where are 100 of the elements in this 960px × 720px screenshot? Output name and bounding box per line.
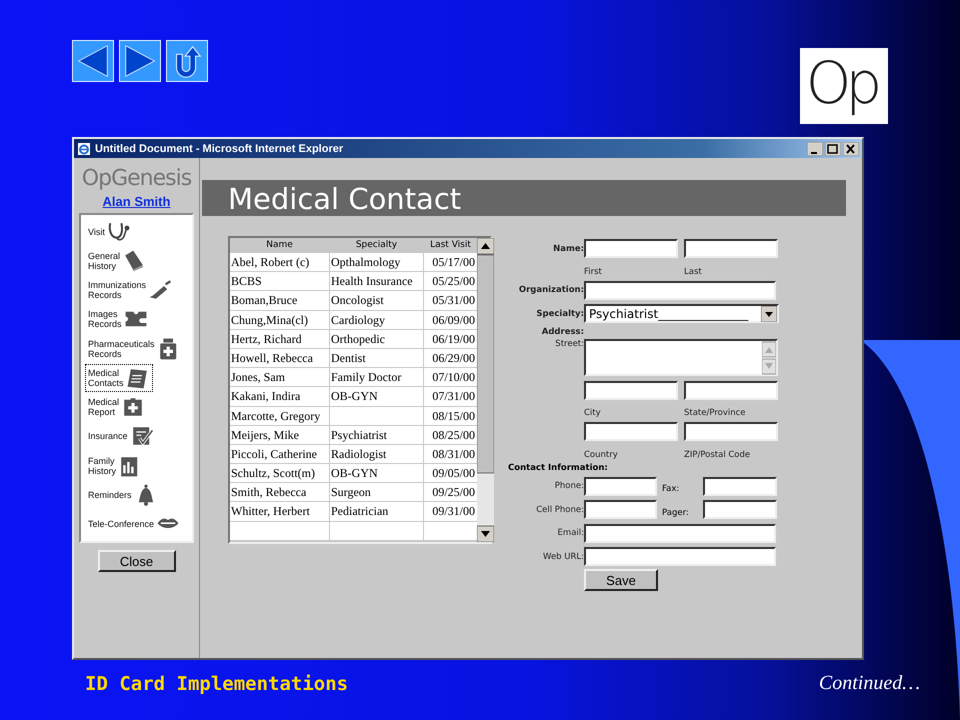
brand-logo: OpGenesis	[82, 166, 192, 192]
table-cell: Family Doctor	[330, 368, 423, 386]
menu-item[interactable]: Pharmaceuticals Records	[85, 334, 184, 363]
table-cell: Meijers, Mike	[230, 426, 329, 444]
menu-item[interactable]: Images Records	[85, 305, 151, 334]
menu-item[interactable]: Insurance	[85, 422, 157, 450]
table-cell: Schultz, Scott(m)	[230, 464, 329, 482]
dropdown-arrow-icon	[761, 306, 777, 322]
field-caption: ZIP/Postal Code	[684, 448, 752, 460]
browser-icon	[77, 142, 91, 156]
table-cell: Dentist	[330, 348, 423, 368]
table-cell: BCBS	[230, 272, 329, 290]
user-link[interactable]: Alan Smith	[102, 194, 170, 209]
page-header: Medical Contact	[202, 180, 846, 216]
menu-item[interactable]: Medical Contacts	[85, 364, 153, 392]
field-label: Phone:	[554, 481, 584, 492]
menu-item[interactable]: Immunizations Records	[85, 276, 176, 304]
table-cell: 06/29/00	[424, 348, 477, 368]
table-cell: 06/09/00	[424, 310, 477, 329]
input-field[interactable]	[584, 524, 776, 543]
table-cell: 07/10/00	[424, 368, 477, 386]
table-cell: Kakani, Indira	[230, 387, 329, 406]
field-label: Web URL:	[542, 552, 584, 562]
table-cell: Piccoli, Catherine	[230, 444, 329, 464]
field-caption: Country	[584, 448, 619, 460]
table-cell: 07/31/00	[424, 387, 477, 406]
table-cell: Radiologist	[330, 444, 423, 464]
continued-note: Continued…	[818, 672, 920, 695]
field-label: Email:	[556, 528, 584, 538]
save-button[interactable]: Save	[584, 569, 658, 592]
close-icon[interactable]	[843, 142, 859, 156]
menu-item[interactable]: Tele-Conference	[85, 510, 184, 538]
input-field[interactable]	[684, 422, 778, 442]
logo: Op	[800, 48, 888, 124]
next-button[interactable]	[119, 40, 161, 82]
table-cell: Boman,Bruce	[230, 291, 329, 310]
input-field[interactable]	[584, 476, 657, 496]
maximize-button[interactable]	[825, 142, 841, 156]
input-field[interactable]	[584, 239, 678, 258]
table-cell: 08/25/00	[424, 426, 477, 444]
street-field[interactable]	[584, 338, 778, 376]
input-field[interactable]	[703, 476, 777, 496]
input-field[interactable]	[703, 500, 777, 520]
table-cell: Jones, Sam	[230, 368, 329, 386]
table-cell: Cardiology	[330, 310, 423, 329]
input-field[interactable]	[684, 380, 778, 400]
field-caption: City	[584, 407, 602, 418]
table-cell: Chung,Mina(cl)	[230, 310, 329, 329]
close-button[interactable]: Close	[98, 550, 176, 572]
table-cell: Pediatrician	[330, 502, 423, 521]
menu-item[interactable]: General History	[85, 246, 150, 275]
return-button[interactable]	[166, 40, 208, 82]
field-label: Organization:	[518, 285, 584, 296]
scrollbar	[762, 340, 776, 374]
input-field[interactable]	[584, 500, 657, 520]
table-cell: OB-GYN	[330, 387, 423, 406]
table-cell: Howell, Rebecca	[230, 348, 329, 368]
table-cell: OB-GYN	[330, 464, 423, 482]
field-caption: Last	[684, 266, 703, 276]
table-cell: Marcotte, Gregory	[230, 406, 329, 425]
specialty-dropdown[interactable]: Psychiatrist_______________	[584, 304, 779, 324]
input-field[interactable]	[584, 280, 776, 300]
table-cell: 09/05/00	[424, 464, 477, 482]
table-cell: Psychiatrist	[330, 426, 423, 444]
table-cell: 05/17/00	[424, 253, 477, 272]
menu-item[interactable]: Family History	[85, 452, 146, 480]
previous-button[interactable]	[72, 40, 114, 82]
table-cell: Abel, Robert (c)	[230, 253, 329, 272]
menu-item[interactable]: Medical Report	[85, 393, 148, 422]
table-cell: Hertz, Richard	[230, 330, 329, 348]
table-cell: 09/31/00	[424, 502, 477, 521]
field-label: Cell Phone:	[535, 504, 584, 515]
window-title: Untitled Document - Microsoft Internet Explorer	[95, 142, 344, 154]
table-cell: 08/15/00	[424, 406, 477, 425]
table-cell: 06/19/00	[424, 330, 477, 348]
table-cell: 05/31/00	[424, 291, 477, 310]
minimize-button[interactable]	[807, 142, 823, 156]
field-label: Name:	[552, 244, 584, 254]
table-cell: Smith, Rebecca	[230, 483, 329, 502]
input-field[interactable]	[684, 239, 778, 258]
menu-item[interactable]: Reminders	[85, 481, 161, 510]
field-caption: First	[584, 266, 603, 276]
table-cell: 09/25/00	[424, 483, 477, 502]
table-cell: Surgeon	[330, 483, 423, 502]
input-field[interactable]	[584, 547, 776, 566]
table-cell: Orthopedic	[330, 330, 423, 348]
field-label: Street:	[554, 338, 584, 348]
input-field[interactable]	[584, 422, 678, 442]
menu-item[interactable]: Visit	[85, 218, 134, 246]
field-label: Fax:	[661, 483, 680, 494]
table-cell: 08/31/00	[424, 444, 477, 464]
field-label: Specialty:	[535, 308, 584, 319]
section-label: Contact Information:	[507, 463, 608, 473]
table-cell: Opthalmology	[330, 253, 423, 272]
slide-title: ID Card Implementations	[85, 672, 348, 694]
input-field[interactable]	[584, 380, 678, 400]
table-cell: Whitter, Herbert	[230, 502, 329, 521]
table-cell: Oncologist	[330, 291, 423, 310]
table-cell	[424, 522, 477, 540]
field-caption: State/Province	[684, 407, 747, 418]
